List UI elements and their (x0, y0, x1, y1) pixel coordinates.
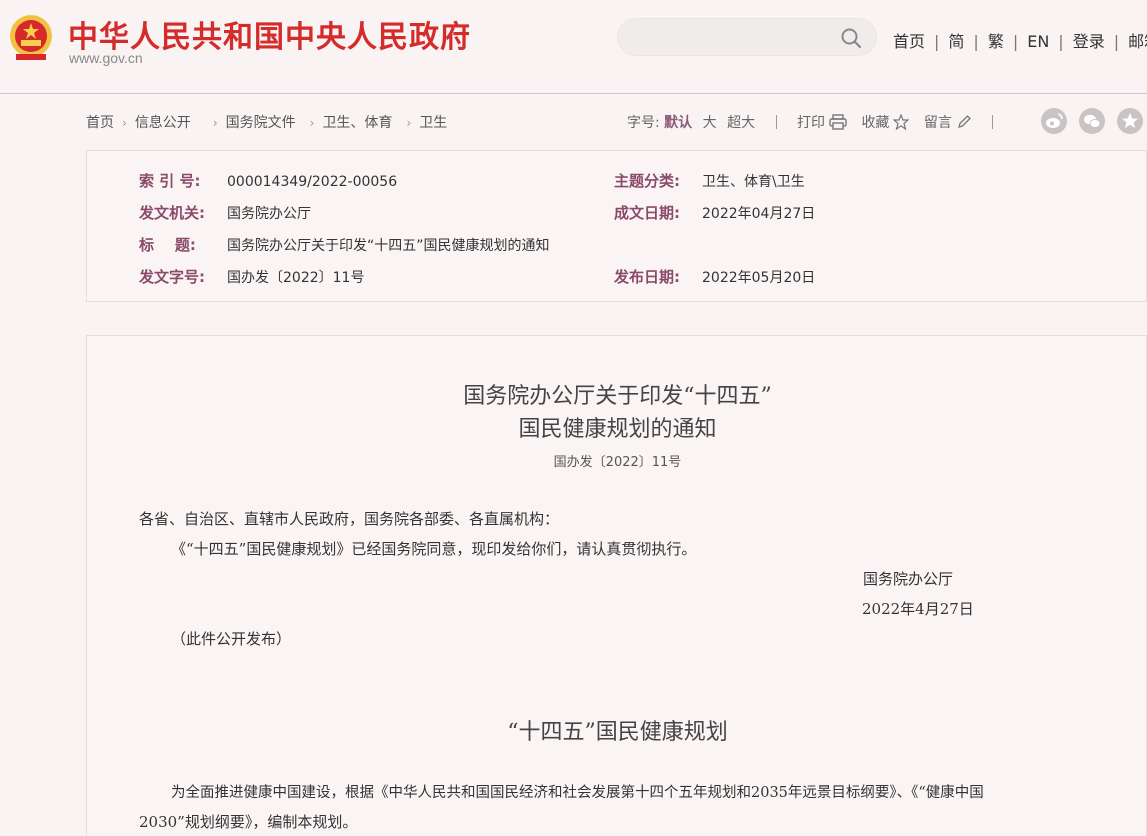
document-number: 国办发〔2022〕11号 (553, 455, 682, 470)
top-nav: 首页 | 简 | 繁 | EN | 登录 | 邮箱 (893, 28, 1147, 52)
document-title-line1: 国务院办公厅关于印发“十四五” (463, 384, 772, 409)
search-input[interactable] (617, 18, 877, 56)
chevron-right-icon: › (309, 116, 315, 130)
tool-divider (992, 115, 994, 129)
print-label: 打印 (796, 115, 825, 131)
info-published-row: 发布日期: 2022年05月20日 (614, 266, 815, 287)
nav-mail[interactable]: 邮箱 (1128, 32, 1147, 51)
plan-paragraph-line1: 为全面推进健康中国建设，根据《中华人民共和国国民经济和社会发展第十四个五年规划和… (171, 785, 984, 801)
info-published-value: 2022年05月20日 (702, 270, 816, 286)
nav-separator: | (973, 32, 979, 51)
favorite-button[interactable]: 收藏 (861, 114, 910, 131)
breadcrumb-state-docs[interactable]: 国务院文件 (226, 115, 296, 131)
tool-divider (775, 115, 777, 129)
document-note: （此件公开发布） (171, 630, 292, 648)
qzone-share-icon[interactable] (1117, 108, 1143, 134)
chevron-right-icon: › (122, 116, 127, 130)
info-published-label: 发布日期: (614, 268, 680, 286)
font-size-large[interactable]: 大 (703, 115, 717, 131)
info-docno-row: 发文字号: 国办发〔2022〕11号 (139, 266, 364, 287)
document-content: 国务院办公厅关于印发“十四五” 国民健康规划的通知 国办发〔2022〕11号 各… (86, 335, 1147, 836)
info-issuer-row: 发文机关: 国务院办公厅 (139, 202, 311, 223)
info-created-label: 成文日期: (614, 204, 680, 222)
document-sign-date: 2022年4月27日 (862, 600, 974, 618)
nav-simplified[interactable]: 简 (948, 32, 964, 51)
weibo-share-icon[interactable] (1041, 108, 1067, 134)
font-size-default[interactable]: 默认 (664, 115, 692, 131)
info-issuer-value: 国务院办公厅 (227, 206, 311, 222)
font-size-label: 字号: (627, 115, 660, 131)
chevron-right-icon: › (406, 116, 412, 130)
breadcrumb-health-sports[interactable]: 卫生、体育 (322, 115, 392, 131)
info-category-label: 主题分类: (614, 172, 680, 190)
nav-login[interactable]: 登录 (1073, 32, 1105, 51)
plan-title: “十四五”国民健康规划 (507, 720, 728, 745)
pencil-icon (957, 115, 971, 128)
nav-home[interactable]: 首页 (893, 32, 925, 51)
info-created-row: 成文日期: 2022年04月27日 (614, 202, 815, 223)
chevron-right-icon: › (212, 116, 218, 130)
document-salutation: 各省、自治区、直辖市人民政府，国务院各部委、各直属机构： (139, 510, 560, 528)
info-docno-value: 国办发〔2022〕11号 (227, 270, 365, 286)
info-issuer-label: 发文机关: (139, 204, 205, 222)
nav-separator: | (934, 32, 940, 51)
plan-paragraph-line2: 2030”规划纲要》，编制本规划。 (139, 813, 358, 831)
info-category-value: 卫生、体育\卫生 (702, 174, 805, 190)
comment-button[interactable]: 留言 (924, 115, 972, 131)
info-title-row: 标 题: 国务院办公厅关于印发“十四五”国民健康规划的通知 (139, 234, 550, 255)
favorite-label: 收藏 (861, 115, 890, 131)
font-size-xlarge[interactable]: 超大 (727, 115, 755, 131)
site-header: 中华人民共和国中央人民政府 www.gov.cn 首页|简|繁|EN|登录|邮箱 (0, 0, 1147, 94)
info-docno-label: 发文字号: (139, 268, 205, 286)
site-url[interactable]: www.gov.cn (69, 50, 143, 66)
info-created-value: 2022年04月27日 (702, 206, 816, 222)
breadcrumb-info-public[interactable]: 信息公开 (135, 115, 191, 131)
breadcrumb-home[interactable]: 首页 (86, 115, 114, 131)
info-title-label: 标 题: (139, 236, 196, 254)
info-index-value: 000014349/2022-00056 (227, 174, 398, 190)
document-body: 《“十四五”国民健康规划》已经国务院同意，现印发给你们，请认真贯彻执行。 (171, 540, 697, 558)
nav-separator: | (1058, 32, 1064, 51)
info-index-row: 索 引 号: 000014349/2022-00056 (139, 170, 397, 191)
nav-traditional[interactable]: 繁 (988, 32, 1004, 51)
document-title-line2: 国民健康规划的通知 (518, 417, 717, 442)
search-icon[interactable] (840, 27, 862, 49)
document-signer: 国务院办公厅 (863, 570, 954, 588)
document-info-panel: 索 引 号: 000014349/2022-00056 主题分类: 卫生、体育\卫生… (86, 150, 1147, 302)
print-button[interactable]: 打印 (796, 114, 847, 131)
breadcrumb: 首页 › 信息公开 › 国务院文件 › 卫生、体育 › 卫生 (86, 112, 447, 132)
breadcrumb-bar: 首页 › 信息公开 › 国务院文件 › 卫生、体育 › 卫生 字号: 默认 大 超大 打印 收藏… (0, 104, 1147, 140)
comment-label: 留言 (923, 115, 952, 131)
national-emblem-icon[interactable] (6, 12, 56, 64)
info-title-value: 国务院办公厅关于印发“十四五”国民健康规划的通知 (227, 238, 550, 254)
printer-icon (829, 114, 847, 130)
info-index-label: 索 引 号: (139, 172, 201, 190)
page-tools: 字号: 默认 大 超大 打印 收藏 留言 (627, 112, 1009, 132)
star-icon (893, 114, 910, 130)
nav-separator: | (1113, 32, 1120, 51)
breadcrumb-health[interactable]: 卫生 (419, 115, 447, 131)
nav-separator: | (1012, 32, 1019, 51)
wechat-share-icon[interactable] (1079, 108, 1105, 134)
nav-english[interactable]: EN (1027, 32, 1049, 51)
info-category-row: 主题分类: 卫生、体育\卫生 (614, 170, 805, 191)
